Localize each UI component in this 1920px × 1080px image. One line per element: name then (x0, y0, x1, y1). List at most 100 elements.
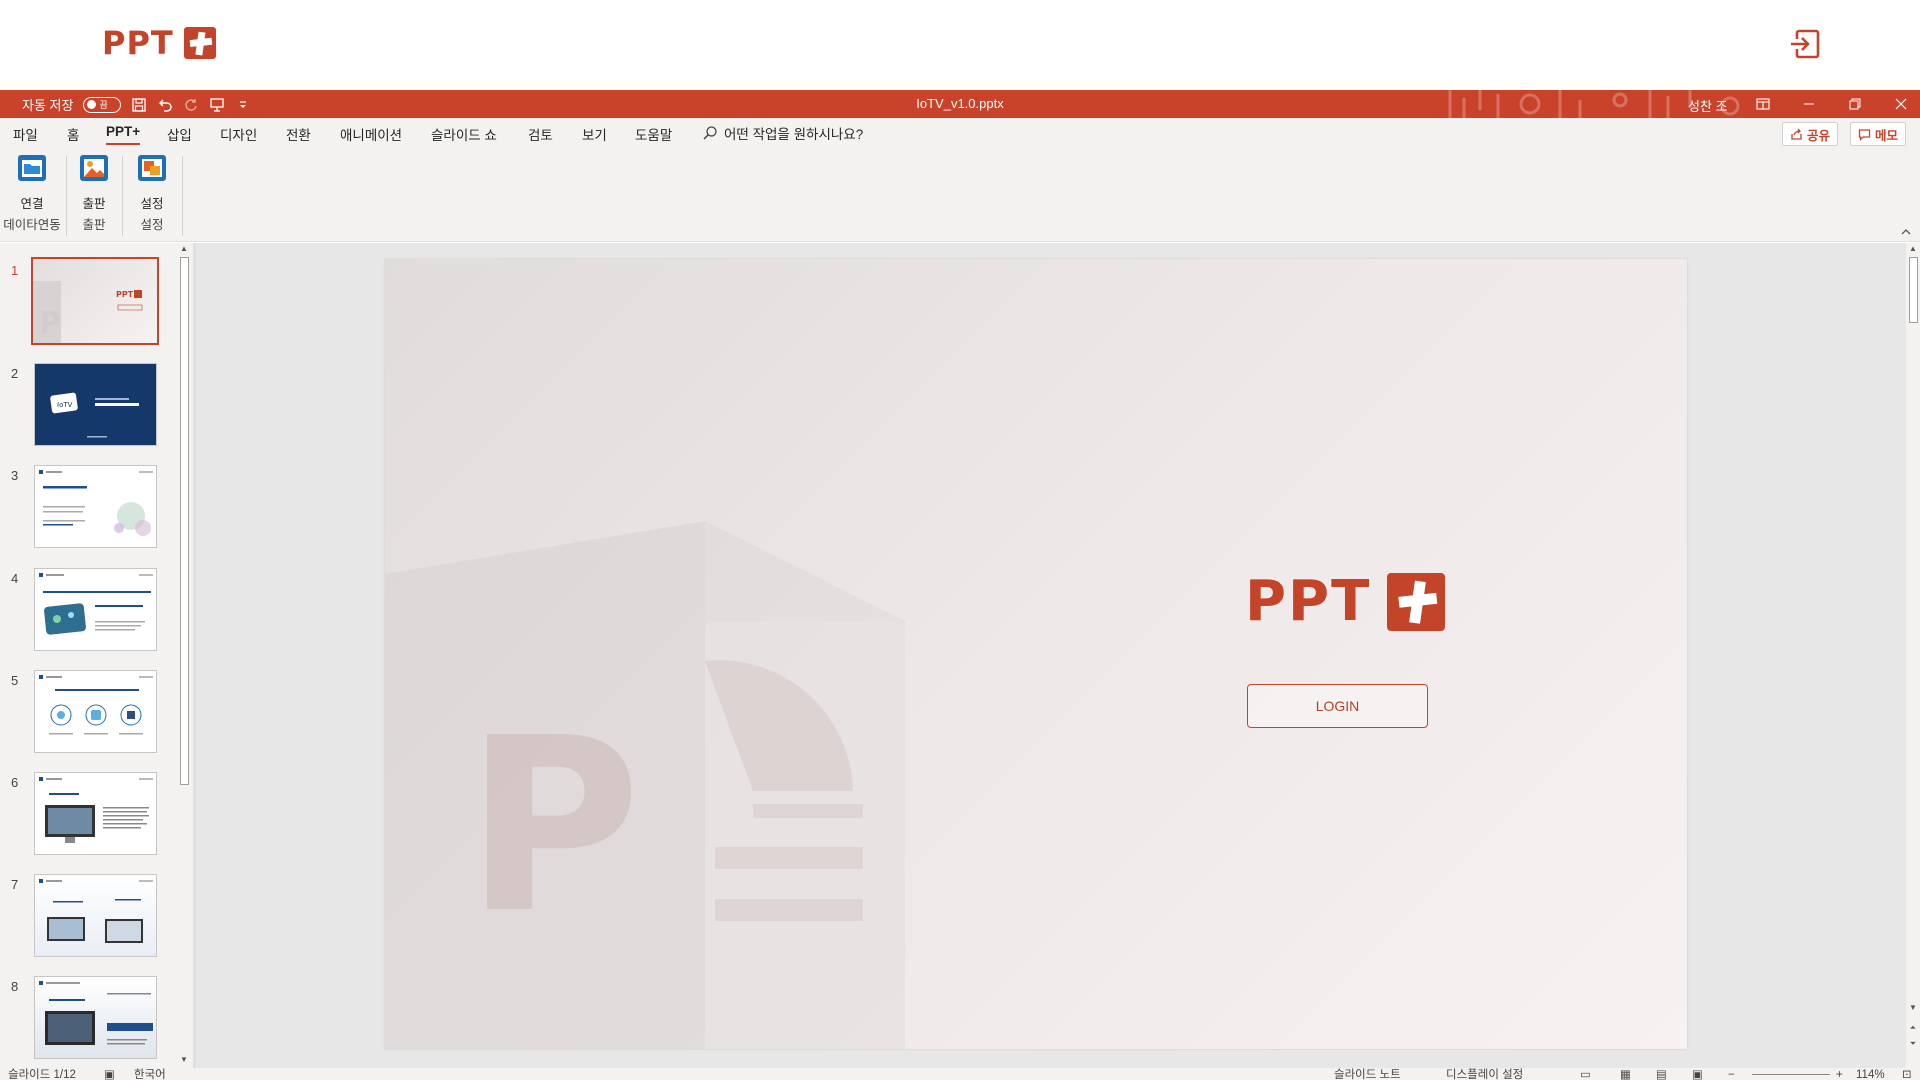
slide-counter: 슬라이드 1/12 (8, 1069, 76, 1080)
collapse-ribbon-icon[interactable] (1900, 226, 1912, 238)
publish-icon[interactable] (78, 152, 110, 184)
svg-text:P: P (465, 686, 641, 966)
ribbon-panel: 연결 데이타연동 출판 출판 설정 설정 (0, 148, 1920, 242)
window-controls (1740, 90, 1920, 118)
settings-button[interactable]: 설정 (124, 194, 180, 214)
slide-thumbnail[interactable]: 4 (0, 568, 175, 660)
thumbnail-preview (39, 675, 153, 735)
thumbnail-image (34, 874, 157, 957)
settings-icon[interactable] (136, 152, 168, 184)
connect-icon[interactable] (16, 152, 48, 184)
thumbnail-preview (39, 573, 153, 635)
zoom-slider[interactable] (1752, 1074, 1830, 1075)
tab-insert[interactable]: 삽입 (167, 124, 192, 144)
slide-editor: P PPT LOGIN (196, 243, 1906, 1068)
scrollbar-thumb[interactable] (180, 257, 189, 785)
slide-thumbnail[interactable]: 1 P PPT (0, 257, 175, 352)
minimize-button[interactable] (1786, 90, 1832, 118)
restore-icon (1849, 98, 1861, 110)
share-label: 공유 (1807, 128, 1831, 143)
ribbon-divider (182, 156, 183, 236)
slide-number: 8 (11, 979, 19, 994)
ribbon-group-data-link: 연결 데이타연동 (0, 152, 64, 240)
memo-button[interactable]: 메모 (1850, 122, 1907, 146)
connect-button[interactable]: 연결 (0, 194, 64, 214)
slide-sorter-icon[interactable]: ▦ (1620, 1068, 1631, 1080)
thumbnail-image (34, 568, 157, 651)
thumbnails-scrollbar[interactable]: ▲ ▼ (177, 243, 191, 1068)
thumbnail-preview: IoTV (50, 392, 139, 438)
ribbon-divider (66, 156, 67, 236)
memo-label: 메모 (1875, 128, 1899, 143)
slide-number: 1 (11, 263, 19, 278)
tell-me-search[interactable]: 어떤 작업을 원하시나요? (702, 123, 863, 143)
zoom-level[interactable]: 114% (1856, 1068, 1885, 1080)
scroll-down-icon[interactable]: ▼ (1908, 1003, 1918, 1013)
ribbon-tabs: 파일 홈 PPT+ 삽입 디자인 전환 애니메이션 슬라이드 쇼 검토 보기 도… (0, 118, 1920, 148)
notes-button[interactable]: 슬라이드 노트 (1334, 1068, 1401, 1080)
language-indicator[interactable]: 한국어 (134, 1068, 166, 1080)
tab-animations[interactable]: 애니메이션 (340, 124, 402, 144)
thumbnail-preview (39, 777, 153, 843)
close-icon (1895, 98, 1907, 110)
share-button[interactable]: 공유 (1782, 122, 1839, 146)
scroll-up-icon[interactable]: ▲ (1908, 244, 1918, 254)
reading-view-icon[interactable]: ▤ (1656, 1068, 1667, 1080)
display-settings-button[interactable]: 디스플레이 설정 (1446, 1068, 1523, 1080)
thumbnail-brand-text: IoTV (57, 401, 73, 409)
scroll-down-icon[interactable]: ▼ (179, 1055, 189, 1065)
thumbnail-image (34, 670, 157, 753)
login-button[interactable]: LOGIN (1247, 684, 1428, 728)
slideshow-view-icon[interactable]: ▣ (1692, 1068, 1703, 1080)
tab-file[interactable]: 파일 (13, 124, 38, 144)
restore-button[interactable] (1832, 90, 1878, 118)
svg-text:P: P (39, 306, 61, 341)
thumbnail-image (34, 976, 157, 1059)
slide-thumbnail[interactable]: 2 IoTV (0, 363, 175, 455)
ribbon-display-button[interactable] (1740, 90, 1786, 118)
app-header: PPT (0, 0, 1920, 90)
slide-thumbnails-pane: 1 P PPT 2 IoTV 3 4 5 6 7 8 (0, 243, 193, 1068)
next-slide-icon[interactable]: ⏷ (1908, 1039, 1918, 1049)
slide-thumbnail[interactable]: 6 (0, 772, 175, 864)
tab-help[interactable]: 도움말 (635, 124, 672, 144)
slide-thumbnail[interactable]: 8 (0, 976, 175, 1068)
zoom-in-icon[interactable]: + (1836, 1068, 1843, 1080)
tab-review[interactable]: 검토 (528, 124, 553, 144)
slide-canvas[interactable]: P PPT LOGIN (385, 259, 1687, 1049)
scrollbar-thumb[interactable] (1909, 257, 1918, 323)
normal-view-icon[interactable]: ▭ (1580, 1068, 1591, 1080)
user-name[interactable]: 성찬 조 (1688, 96, 1728, 115)
previous-slide-icon[interactable]: ⏶ (1908, 1023, 1918, 1033)
fit-to-window-icon[interactable]: ⊡ (1902, 1068, 1912, 1080)
thumbnail-image (34, 465, 157, 548)
editor-scrollbar[interactable]: ▲ ▼ ⏶ ⏷ (1906, 243, 1920, 1068)
status-bar: 슬라이드 1/12 ▣ 한국어 슬라이드 노트 디스플레이 설정 ▭ ▦ ▤ ▣… (0, 1068, 1920, 1080)
slide-number: 2 (11, 366, 19, 381)
scroll-up-icon[interactable]: ▲ (179, 244, 189, 254)
thumbnail-image (34, 772, 157, 855)
slide-number: 5 (11, 673, 19, 688)
thumbnail-preview: P PPT (33, 281, 143, 343)
slide-thumbnail[interactable]: 3 (0, 465, 175, 557)
thumbnail-preview (39, 981, 153, 1045)
tab-view[interactable]: 보기 (582, 124, 607, 144)
thumbnail-brand-text: PPT (116, 290, 134, 299)
publish-button[interactable]: 출판 (68, 194, 120, 214)
spellcheck-icon[interactable]: ▣ (104, 1068, 115, 1080)
tab-home[interactable]: 홈 (67, 124, 79, 144)
slide-thumbnail[interactable]: 7 (0, 874, 175, 966)
slide-thumbnail[interactable]: 5 (0, 670, 175, 762)
ribbon-group-publish: 출판 출판 (68, 152, 120, 240)
tab-transitions[interactable]: 전환 (286, 124, 311, 144)
thumbnail-preview (39, 879, 153, 943)
thumbnail-image: IoTV (34, 363, 157, 446)
tab-ppt-plus[interactable]: PPT+ (106, 124, 141, 145)
close-button[interactable] (1878, 90, 1920, 118)
sign-out-icon[interactable] (1788, 27, 1822, 61)
tab-design[interactable]: 디자인 (220, 124, 257, 144)
tab-slideshow[interactable]: 슬라이드 쇼 (431, 124, 497, 144)
slide-number: 3 (11, 468, 19, 483)
thumbnail-preview (39, 470, 153, 536)
zoom-out-icon[interactable]: − (1728, 1068, 1735, 1080)
